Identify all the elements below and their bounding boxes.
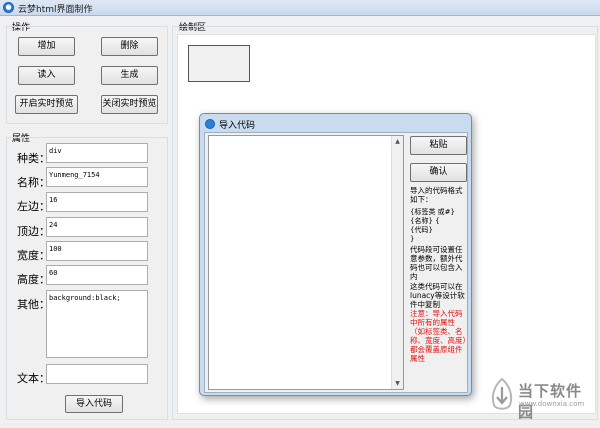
confirm-button[interactable]: 确认 bbox=[410, 163, 467, 182]
dialog-title: 导入代码 bbox=[219, 121, 256, 131]
watermark-url: www.downxia.com bbox=[519, 400, 585, 408]
width-field[interactable]: 100 bbox=[46, 241, 148, 261]
generate-button[interactable]: 生成 bbox=[101, 66, 158, 85]
left-field[interactable]: 16 bbox=[46, 192, 148, 212]
import-code-button[interactable]: 导入代码 bbox=[65, 395, 123, 413]
top-field[interactable]: 24 bbox=[46, 217, 148, 237]
title-bar: ● 云梦html界面制作 bbox=[0, 0, 600, 16]
watermark: 当下软件园 www.downxia.com bbox=[488, 378, 596, 421]
paste-button[interactable]: 粘贴 bbox=[410, 136, 467, 155]
help-text-warning: 注意：导入代码中所有的属性（如标签类、名称、宽度、高度）都会覆盖原组件属性 bbox=[410, 309, 467, 363]
code-textarea[interactable]: ▲ ▼ bbox=[208, 135, 404, 390]
scroll-up-icon[interactable]: ▲ bbox=[392, 136, 403, 147]
window-title: 云梦html界面制作 bbox=[18, 5, 93, 15]
text-field[interactable] bbox=[46, 364, 148, 384]
dialog-logo-icon bbox=[205, 119, 215, 129]
code-scrollbar[interactable]: ▲ ▼ bbox=[391, 136, 403, 389]
canvas-div-element[interactable] bbox=[188, 45, 250, 82]
import-code-dialog: 导入代码 ▲ ▼ 粘贴 确认 导入的代码格式如下： {标签类 或#} {名称} … bbox=[199, 113, 472, 396]
other-field[interactable]: background:black; bbox=[46, 290, 148, 358]
scroll-down-icon[interactable]: ▼ bbox=[392, 378, 403, 389]
downxia-logo-icon bbox=[491, 378, 513, 410]
add-button[interactable]: 增加 bbox=[18, 37, 75, 56]
stop-preview-button[interactable]: 关闭实时预览 bbox=[101, 95, 158, 114]
help-text-format: 导入的代码格式如下： bbox=[410, 186, 463, 204]
delete-button[interactable]: 删除 bbox=[101, 37, 158, 56]
height-field[interactable]: 60 bbox=[46, 265, 148, 285]
name-field[interactable]: Yunmeng_7154 bbox=[46, 167, 148, 187]
read-button[interactable]: 读入 bbox=[18, 66, 75, 85]
help-text-template: {标签类 或#} {名称} { {代码} } bbox=[410, 208, 455, 243]
type-field[interactable]: div bbox=[46, 143, 148, 163]
start-preview-button[interactable]: 开启实时预览 bbox=[15, 95, 78, 114]
dialog-body: ▲ ▼ 粘贴 确认 导入的代码格式如下： {标签类 或#} {名称} { {代码… bbox=[204, 132, 468, 393]
help-text-source: 这类代码可以在lunacy等设计软件中复制 bbox=[410, 282, 465, 309]
app-logo-icon: ● bbox=[3, 2, 14, 13]
help-text-params: 代码段可设置任意参数，额外代码也可以包含入内 bbox=[410, 245, 463, 281]
